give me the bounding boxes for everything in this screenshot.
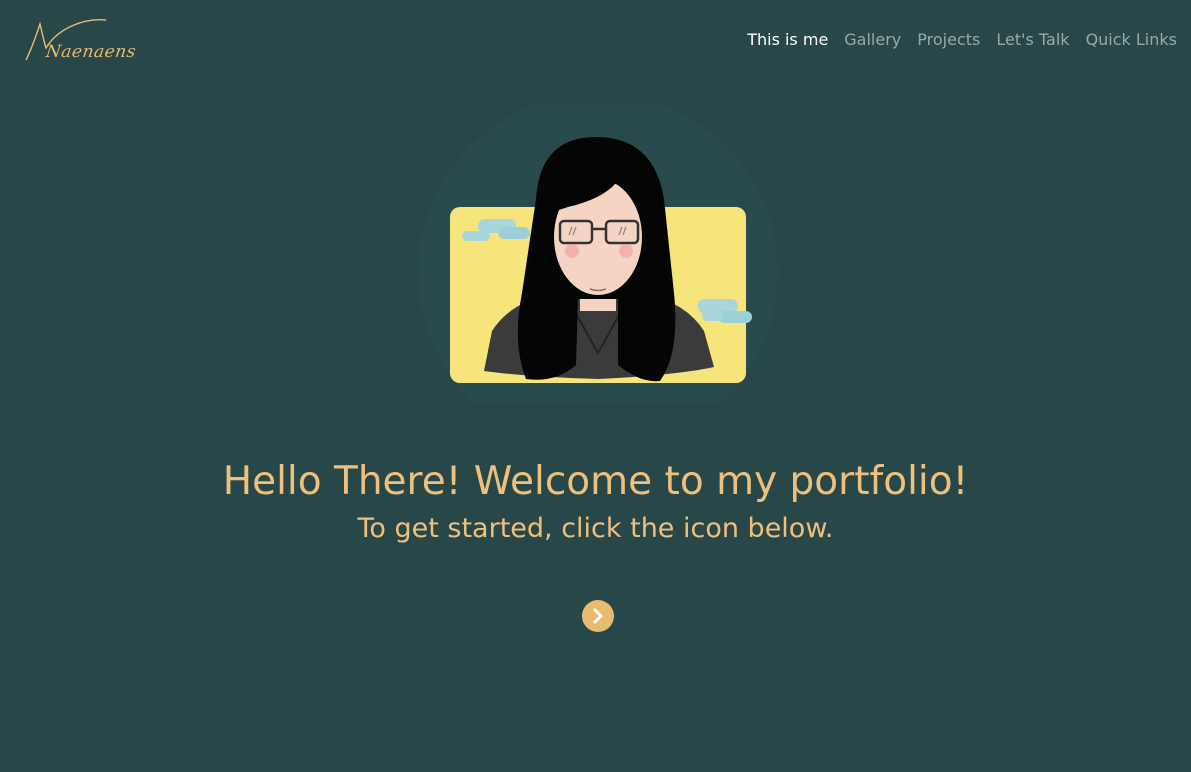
logo-text: Naenaens [44,42,138,62]
nav-item-this-is-me[interactable]: This is me [747,30,828,50]
page: Naenaens This is me Gallery Projects Let… [0,0,1191,772]
chevron-right-icon [593,608,603,624]
hero-title: Hello There! Welcome to my portfolio! [222,459,969,504]
main-nav: This is me Gallery Projects Let's Talk Q… [747,30,1177,50]
nav-item-quick-links[interactable]: Quick Links [1086,30,1177,50]
avatar-illustration [418,93,778,453]
nav-item-lets-talk[interactable]: Let's Talk [996,30,1069,50]
logo[interactable]: Naenaens [24,18,137,64]
get-started-button[interactable] [582,600,614,632]
avatar-portrait [418,93,778,453]
nav-item-projects[interactable]: Projects [917,30,980,50]
hero-subtitle: To get started, click the icon below. [357,513,834,544]
nav-item-gallery[interactable]: Gallery [844,30,901,50]
